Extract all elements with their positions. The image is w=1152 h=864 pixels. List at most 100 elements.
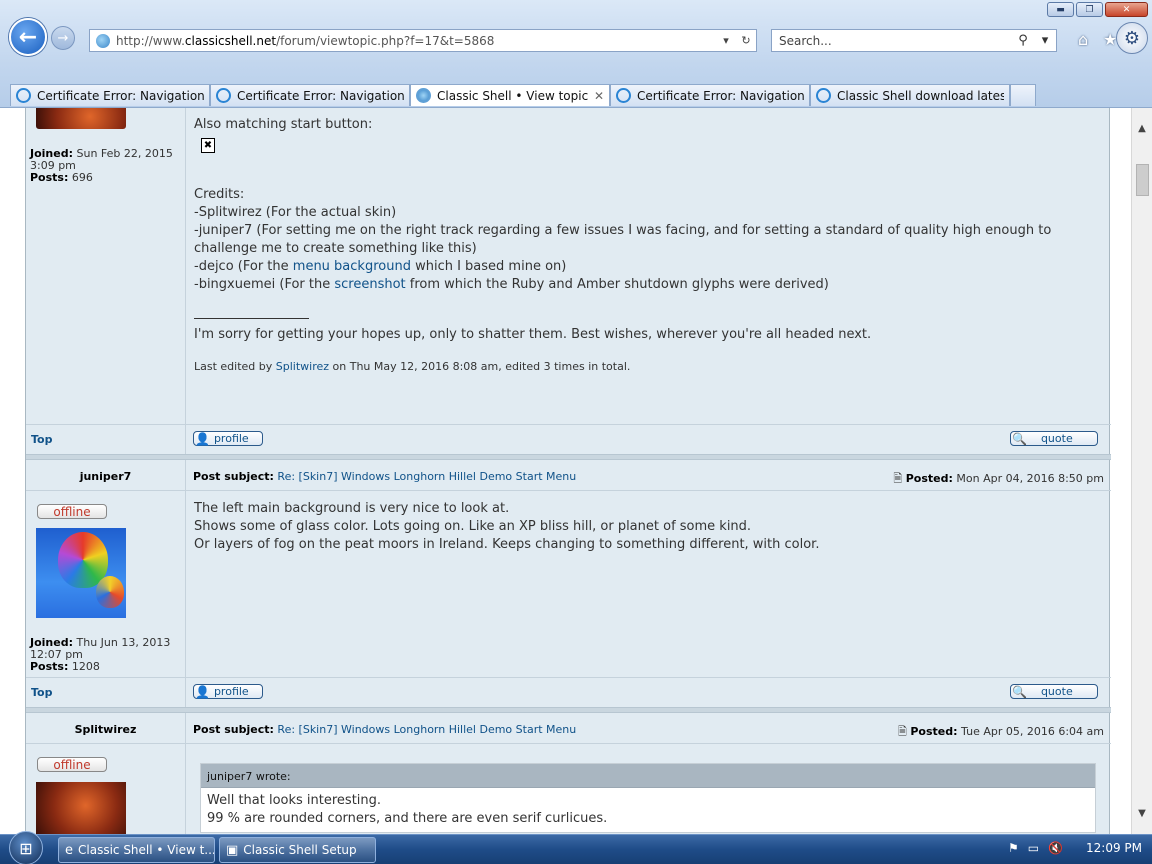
user-posts: Posts: 1208 — [30, 660, 100, 673]
address-bar[interactable]: http://www.classicshell.net/forum/viewto… — [89, 29, 757, 52]
divider — [26, 677, 1111, 678]
post-author[interactable]: juniper7 — [26, 470, 185, 483]
ie-icon: e — [65, 842, 73, 858]
user-joined: Joined: Thu Jun 13, 2013 12:07 pm — [30, 636, 171, 661]
tab-classic-shell-view-topic[interactable]: Classic Shell • View topic - [... ✕ — [410, 84, 610, 106]
signature-divider — [194, 318, 309, 319]
ie-icon — [16, 88, 31, 103]
column-divider — [185, 491, 186, 677]
quote-icon: 🔍 — [1012, 431, 1027, 446]
close-button[interactable]: ✕ — [1105, 2, 1148, 17]
post-text: -dejco (For the menu background which I … — [194, 259, 567, 274]
column-divider — [185, 108, 186, 425]
tab-title: Certificate Error: Navigation Bl... — [637, 88, 804, 103]
tab-title: Certificate Error: Navigation Bl... — [237, 88, 404, 103]
column-divider — [185, 678, 186, 707]
quote-button[interactable]: 🔍 quote — [1010, 431, 1098, 446]
avatar — [36, 108, 126, 129]
clock[interactable]: 12:09 PM — [1086, 841, 1142, 855]
taskbar-item-label: Classic Shell • View t... — [78, 843, 215, 857]
quote-text: Well that looks interesting. — [207, 793, 382, 808]
post-text: -juniper7 (For setting me on the right t… — [194, 223, 1052, 256]
post-text: -Splitwirez (For the actual skin) — [194, 205, 397, 220]
column-divider — [185, 713, 186, 744]
tab-title: Certificate Error: Navigation Bl... — [37, 88, 204, 103]
edit-user-link[interactable]: Splitwirez — [276, 360, 329, 373]
quote-text: 99 % are rounded corners, and there are … — [207, 811, 608, 826]
avatar — [36, 782, 126, 834]
back-button[interactable]: ← — [9, 18, 47, 56]
post-subject-link[interactable]: Re: [Skin7] Windows Longhorn Hillel Demo… — [277, 723, 576, 736]
scroll-up-icon[interactable]: ▲ — [1132, 120, 1152, 137]
profile-icon: 👤 — [195, 684, 210, 699]
maximize-button[interactable]: ❐ — [1076, 2, 1103, 17]
top-link[interactable]: Top — [31, 433, 52, 446]
column-divider — [185, 460, 186, 491]
post-body: The left main background is very nice to… — [194, 500, 1104, 554]
tab-close-icon[interactable]: ✕ — [594, 89, 604, 103]
tab-title: Classic Shell • View topic - [... — [437, 88, 590, 103]
quote-block: juniper7 wrote: Well that looks interest… — [200, 763, 1096, 833]
quote-body: Well that looks interesting. 99 % are ro… — [201, 788, 1095, 832]
system-tray: ⚑ ▭ 🔇 12:09 PM — [1008, 841, 1142, 855]
profile-button[interactable]: 👤 profile — [193, 431, 263, 446]
tab-certificate-error-2[interactable]: Certificate Error: Navigation Bl... — [210, 84, 410, 106]
post-text: -bingxuemei (For the screenshot from whi… — [194, 277, 829, 292]
taskbar-item-classic-shell-setup[interactable]: ▣ Classic Shell Setup — [219, 837, 376, 863]
page-viewport: Joined: Sun Feb 22, 2015 3:09 pm Posts: 6… — [0, 108, 1131, 834]
network-icon[interactable]: ▭ — [1028, 841, 1039, 855]
forward-button[interactable]: → — [51, 26, 75, 50]
vertical-scrollbar[interactable]: ▲ ▼ — [1131, 108, 1152, 834]
post-body: Also matching start button: ✖ Credits: -… — [194, 116, 1104, 376]
start-button[interactable]: ⊞ — [0, 829, 52, 864]
post-subject: Post subject: Re: [Skin7] Windows Longho… — [193, 470, 577, 483]
post-subject-link[interactable]: Re: [Skin7] Windows Longhorn Hillel Demo… — [277, 470, 576, 483]
volume-muted-icon[interactable]: 🔇 — [1048, 841, 1063, 855]
minimize-button[interactable]: ▬ — [1047, 2, 1074, 17]
address-dropdown-icon[interactable]: ▾ — [716, 34, 736, 47]
status-badge: offline — [37, 504, 107, 519]
post-date: 🗎 Posted: Tue Apr 05, 2016 6:04 am — [898, 725, 1104, 738]
search-box[interactable]: Search... ⚲ ▾ — [771, 29, 1057, 52]
post-text: Or layers of fog on the peat moors in Ir… — [194, 537, 820, 552]
new-tab-button[interactable] — [1010, 84, 1036, 106]
screenshot-link[interactable]: screenshot — [334, 277, 405, 292]
search-dropdown-icon[interactable]: ▾ — [1034, 33, 1056, 48]
profile-button[interactable]: 👤 profile — [193, 684, 263, 699]
taskbar-item-label: Classic Shell Setup — [243, 843, 357, 857]
quote-icon: 🔍 — [1012, 684, 1027, 699]
taskbar-item-classic-shell-view-topic[interactable]: e Classic Shell • View t... — [58, 837, 215, 863]
avatar — [36, 528, 126, 618]
edit-notice: Last edited by Splitwirez on Thu May 12,… — [194, 360, 631, 373]
post-header: Splitwirez Post subject: Re: [Skin7] Win… — [26, 713, 1111, 744]
address-url[interactable]: http://www.classicshell.net/forum/viewto… — [116, 34, 716, 48]
post-author[interactable]: Splitwirez — [26, 723, 185, 736]
column-divider — [185, 425, 186, 454]
windows-logo-icon: ⊞ — [9, 831, 43, 864]
search-input[interactable]: Search... — [779, 34, 1012, 48]
refresh-icon[interactable]: ↻ — [736, 34, 756, 47]
scroll-down-icon[interactable]: ▼ — [1132, 805, 1152, 822]
signature: I'm sorry for getting your hopes up, onl… — [194, 327, 872, 342]
action-center-flag-icon[interactable]: ⚑ — [1008, 841, 1019, 855]
post-icon: 🗎 — [898, 725, 907, 738]
post-icon: 🗎 — [893, 472, 903, 485]
home-icon[interactable]: ⌂ — [1078, 30, 1088, 49]
search-icon[interactable]: ⚲ — [1012, 33, 1034, 48]
setup-icon: ▣ — [226, 842, 239, 858]
post-text: Also matching start button: — [194, 117, 373, 132]
tab-classic-shell-download[interactable]: Classic Shell download latest v... — [810, 84, 1010, 106]
scroll-thumb[interactable] — [1136, 164, 1149, 196]
menu-background-link[interactable]: menu background — [293, 259, 411, 274]
tab-title: Classic Shell download latest v... — [837, 88, 1004, 103]
quote-button[interactable]: 🔍 quote — [1010, 684, 1098, 699]
tab-certificate-error-1[interactable]: Certificate Error: Navigation Bl... — [10, 84, 210, 106]
tab-strip: Certificate Error: Navigation Bl... Cert… — [10, 84, 1036, 106]
site-globe-icon — [96, 33, 110, 48]
top-link[interactable]: Top — [31, 686, 52, 699]
status-badge: offline — [37, 757, 107, 772]
tools-gear-icon[interactable]: ⚙ — [1116, 22, 1148, 54]
profile-icon: 👤 — [195, 431, 210, 446]
tab-certificate-error-3[interactable]: Certificate Error: Navigation Bl... — [610, 84, 810, 106]
quote-header: juniper7 wrote: — [201, 764, 1095, 788]
